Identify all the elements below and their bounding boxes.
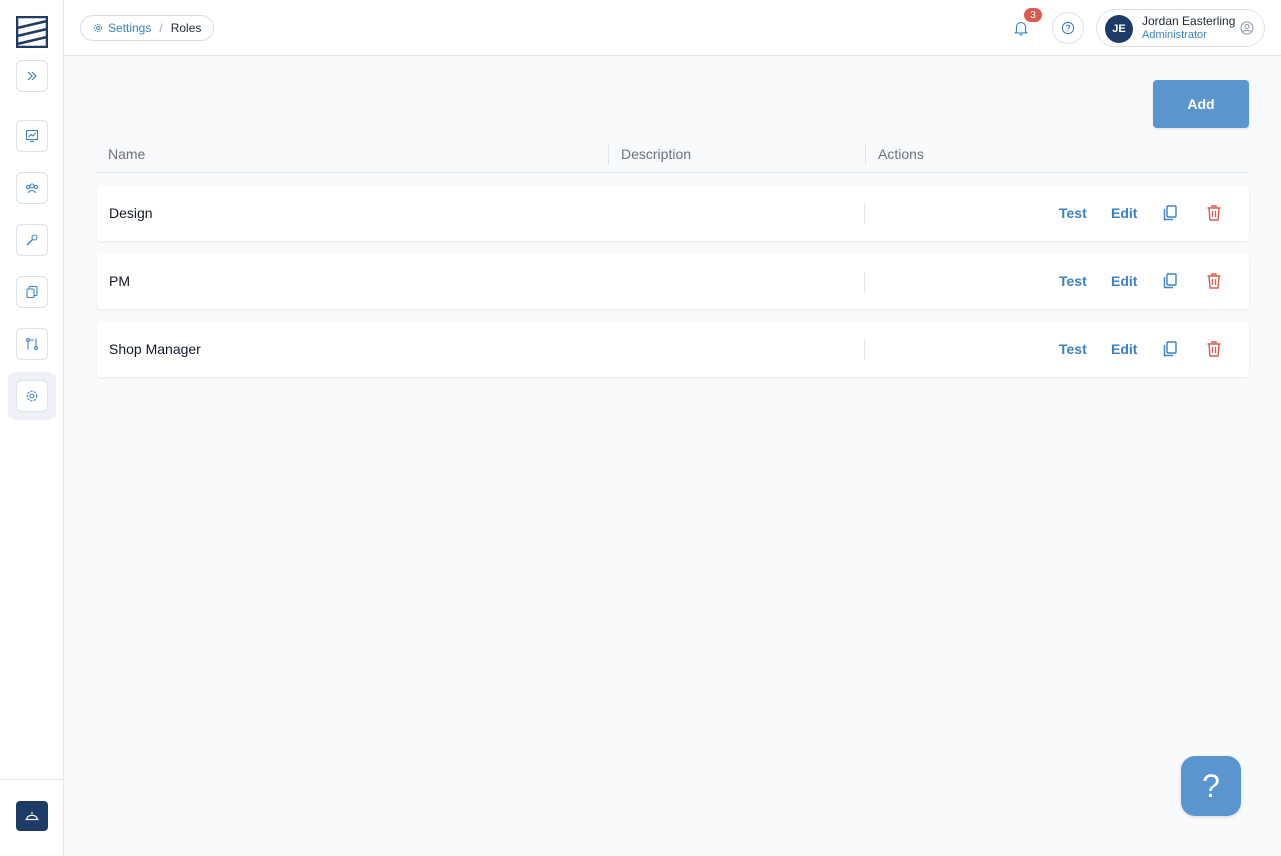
column-header-description: Description (621, 146, 692, 162)
row-divider (864, 203, 865, 224)
app-logo[interactable] (15, 15, 49, 49)
column-divider (608, 143, 609, 165)
team-users-icon (26, 183, 38, 194)
sidebar-divider (0, 779, 63, 780)
expand-chevrons-icon (27, 71, 37, 81)
sidebar-item-team[interactable] (16, 172, 48, 204)
copy-icon[interactable] (1160, 271, 1180, 291)
gear-icon (26, 390, 38, 402)
role-name: PM (109, 273, 130, 289)
sidebar (0, 0, 64, 856)
breadcrumb: Settings / Roles (80, 15, 215, 41)
breadcrumb-current: Roles (170, 21, 202, 35)
copy-icon[interactable] (1160, 203, 1180, 223)
sidebar-bottom-button[interactable] (16, 801, 48, 831)
column-header-name: Name (108, 146, 146, 162)
test-role-button[interactable]: Test (1059, 205, 1087, 221)
user-name: Jordan Easterling (1142, 14, 1236, 28)
wrench-icon (26, 234, 38, 246)
trash-icon[interactable] (1204, 339, 1224, 359)
role-name: Shop Manager (109, 341, 201, 357)
sidebar-item-tools[interactable] (16, 224, 48, 256)
edit-role-button[interactable]: Edit (1111, 341, 1137, 357)
edit-role-button[interactable]: Edit (1111, 205, 1137, 221)
table-header: Name Description Actions (97, 140, 1249, 173)
row-divider (864, 339, 865, 360)
sidebar-item-workflow[interactable] (16, 328, 48, 360)
bell-icon (1014, 22, 1028, 36)
copy-icon[interactable] (1160, 339, 1180, 359)
user-circle-icon (1240, 21, 1254, 35)
help-button[interactable] (1052, 12, 1084, 44)
table-row: PM Test Edit (97, 254, 1249, 309)
documents-icon (26, 285, 38, 299)
edit-role-button[interactable]: Edit (1111, 273, 1137, 289)
table-row: Design Test Edit (97, 186, 1249, 241)
sidebar-item-documents[interactable] (16, 276, 48, 308)
column-header-actions: Actions (878, 146, 924, 162)
test-role-button[interactable]: Test (1059, 273, 1087, 289)
gear-icon (93, 23, 103, 33)
user-role: Administrator (1142, 29, 1207, 41)
user-menu[interactable]: JE Jordan Easterling Administrator (1096, 9, 1265, 47)
question-circle-icon (1061, 21, 1075, 35)
test-role-button[interactable]: Test (1059, 341, 1087, 357)
trash-icon[interactable] (1204, 203, 1224, 223)
help-chat-button[interactable]: ? (1181, 756, 1241, 816)
table-row: Shop Manager Test Edit (97, 322, 1249, 377)
avatar: JE (1105, 15, 1133, 43)
workflow-icon (26, 338, 38, 350)
top-header: Settings / Roles 3 JE Jordan Easterling … (64, 0, 1281, 56)
breadcrumb-settings-link[interactable]: Settings (108, 21, 151, 35)
breadcrumb-separator: / (159, 21, 163, 35)
hard-hat-icon (25, 812, 39, 821)
sidebar-item-settings[interactable] (16, 380, 48, 412)
row-divider (864, 271, 865, 292)
dashboard-chart-icon (25, 129, 39, 143)
notification-count-badge: 3 (1024, 8, 1042, 22)
add-role-button[interactable]: Add (1153, 80, 1249, 128)
column-divider (865, 143, 866, 165)
role-name: Design (109, 205, 153, 221)
sidebar-item-dashboard[interactable] (16, 120, 48, 152)
expand-sidebar-button[interactable] (16, 60, 48, 92)
trash-icon[interactable] (1204, 271, 1224, 291)
